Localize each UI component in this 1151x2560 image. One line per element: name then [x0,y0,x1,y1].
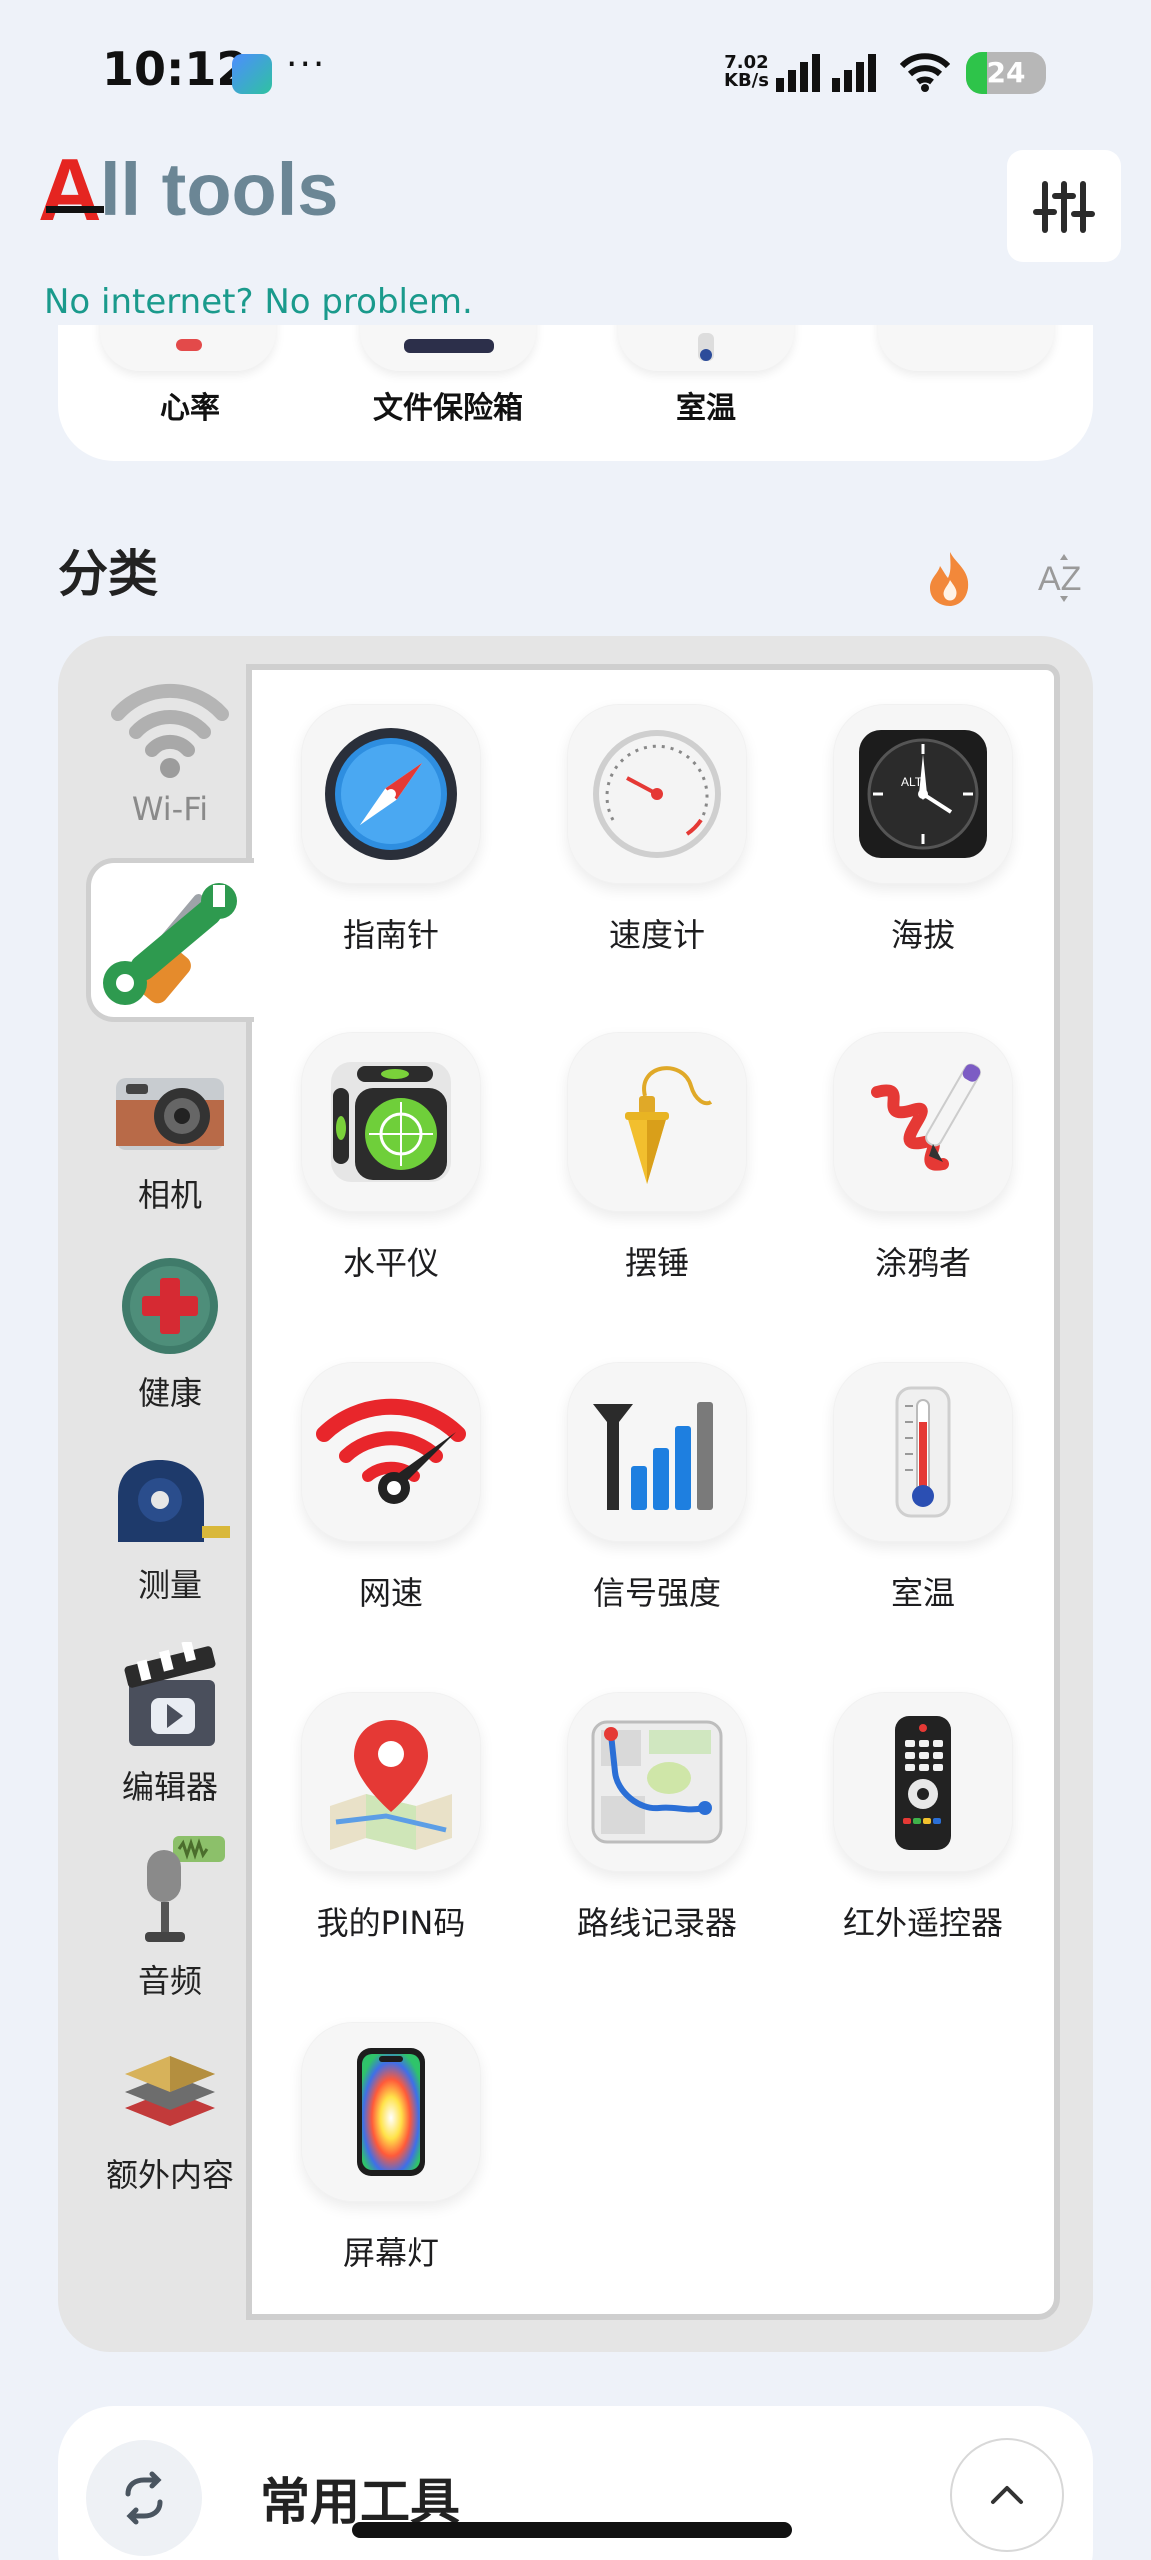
sort-az-icon: AZ [1038,554,1081,602]
tool-label: 水平仪 [342,1244,439,1282]
favorite-label: 心率 [160,391,220,426]
plumb-bob-icon [625,1066,713,1184]
chevron-up-icon [991,2486,1023,2504]
tool-plumb-bob[interactable]: 摆锤 [524,1032,790,1284]
tool-label: 速度计 [608,916,705,954]
clapperboard-icon [124,1640,216,1746]
tool-label: 路线记录器 [576,1904,737,1942]
sidebar-item-audio[interactable]: 音频 [60,1836,280,2002]
wrench-screwdriver-icon [103,883,237,1005]
sort-alpha-button[interactable]: AZ [1036,550,1094,606]
sidebar-item-label: 测量 [137,1566,202,1604]
refresh-button[interactable] [86,2440,202,2556]
favorites-card: 心率 文件保险箱 室温 [58,325,1093,461]
sidebar-item-label: 健康 [137,1374,202,1412]
speedometer-icon [593,730,721,858]
cellular-signal-icon [776,54,876,92]
tool-label: 室温 [890,1574,955,1612]
tool-ir-remote[interactable]: 红外遥控器 [790,1692,1056,1944]
sort-popular-button[interactable] [922,548,978,608]
tool-network-speed[interactable]: 网速 [258,1362,524,1614]
fire-icon [930,552,969,606]
tool-label: 屏幕灯 [342,2234,439,2272]
svg-text:AZ: AZ [1038,560,1081,598]
thermometer-icon [895,1386,951,1518]
tool-label: 海拔 [890,916,955,954]
remote-control-icon [895,1716,951,1850]
sidebar-item-editor[interactable]: 编辑器 [60,1640,280,1808]
sidebar-item-label: 额外内容 [105,2156,234,2194]
wifi-icon [111,683,229,778]
sidebar-item-health[interactable]: 健康 [60,1254,280,1414]
network-speed-indicator: 7.02 KB/s [724,54,769,90]
sidebar-item-label: 音频 [137,1962,202,2000]
health-cross-icon [122,1258,218,1354]
map-pin-icon [330,1720,452,1850]
layers-icon [125,2056,215,2126]
favorite-tile-heart-rate[interactable] [100,325,276,371]
scribble-icon [871,1063,981,1171]
refresh-icon [125,2471,163,2525]
tool-my-pin[interactable]: 我的PIN码 [258,1692,524,1944]
tool-label: 指南针 [342,916,439,954]
battery-icon: 24 [966,52,1046,94]
tool-speedometer[interactable]: 速度计 [524,704,790,956]
tape-measure-icon [118,1460,230,1542]
logo-letter-a: A [38,140,102,239]
tool-level[interactable]: 水平仪 [258,1032,524,1284]
wifi-status-icon [900,53,950,92]
sidebar-item-label: 相机 [137,1176,202,1214]
tool-compass[interactable]: 指南针 [258,704,524,956]
screen-light-icon [357,2048,425,2176]
status-bar: 10:12 ··· 7.02 KB/s 24 [0,0,1151,140]
categories-title: 分类 [58,545,158,603]
tool-label: 信号强度 [592,1574,721,1612]
tool-label: 摆锤 [624,1244,689,1282]
tool-altimeter[interactable]: ALT 海拔 [790,704,1056,956]
route-map-icon [591,1720,723,1844]
tagline: No internet? No problem. [44,282,473,322]
status-time: 10:12 [102,42,249,96]
altimeter-icon: ALT [859,730,987,858]
sidebar-item-measure[interactable]: 测量 [60,1456,280,1606]
tool-screen-light[interactable]: 屏幕灯 [258,2022,524,2274]
favorite-tile-file-vault[interactable] [360,325,536,371]
tool-label: 涂鸦者 [874,1244,971,1282]
favorite-tile-4[interactable] [878,325,1054,371]
home-indicator[interactable] [352,2522,792,2538]
favorite-tile-room-temp[interactable] [618,325,794,371]
sidebar-item-wifi[interactable]: Wi-Fi [60,670,280,828]
sidebar-item-extras[interactable]: 额外内容 [60,2030,280,2196]
tool-signal-strength[interactable]: 信号强度 [524,1362,790,1614]
microphone-icon [145,1836,225,1942]
level-icon [331,1062,451,1182]
logo-text: ll tools [100,148,339,231]
battery-level: 24 [986,56,1026,89]
sidebar-item-label: Wi-Fi [131,790,209,828]
tool-scribbler[interactable]: 涂鸦者 [790,1032,1056,1284]
tool-room-temperature[interactable]: 室温 [790,1362,1056,1614]
tool-route-recorder[interactable]: 路线记录器 [524,1692,790,1944]
signal-strength-icon [593,1402,713,1510]
sidebar-item-label: 编辑器 [121,1768,218,1806]
favorite-label: 文件保险箱 [373,391,523,426]
more-notifications-icon: ··· [286,44,327,85]
svg-text:ALT: ALT [901,775,923,789]
net-speed-unit: KB/s [724,70,769,91]
sidebar-item-tools[interactable] [86,858,254,1022]
favorite-label: 室温 [676,391,736,426]
settings-button[interactable] [1007,150,1121,262]
network-speed-icon [316,1398,466,1504]
camera-icon [116,1078,224,1150]
collapse-button[interactable] [950,2438,1064,2552]
tool-label: 网速 [358,1574,423,1612]
tool-label: 红外遥控器 [842,1904,1003,1942]
compass-icon [325,728,457,860]
sliders-icon [1033,181,1095,233]
notification-app-icon [232,54,272,94]
tool-label: 我的PIN码 [316,1904,466,1942]
sidebar-item-camera[interactable]: 相机 [60,1064,280,1216]
